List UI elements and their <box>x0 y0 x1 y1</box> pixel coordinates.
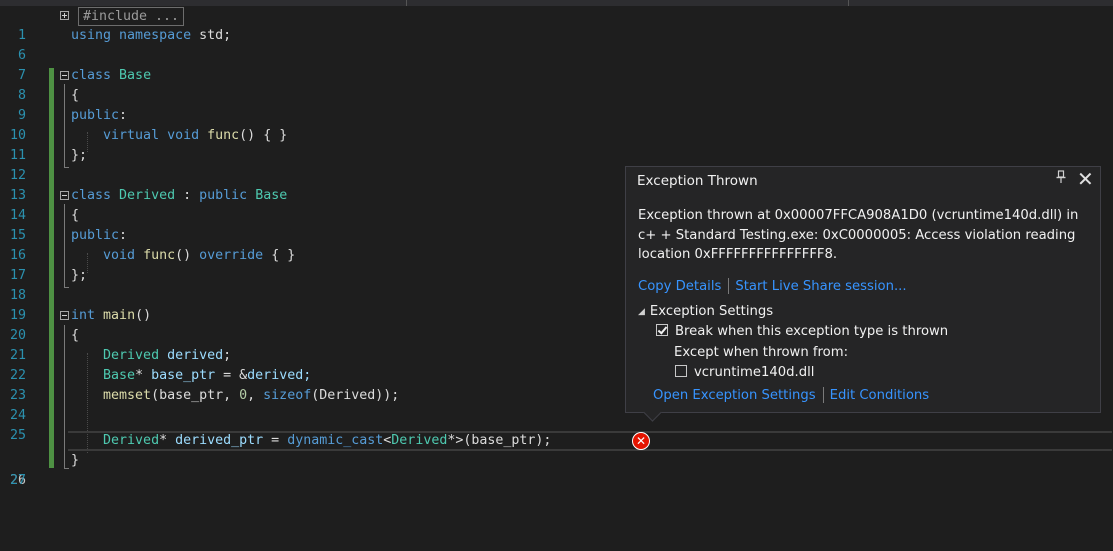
code-line-current[interactable]: 26 Derived* derived_ptr = dynamic_cast<D… <box>0 431 1113 488</box>
code-line[interactable]: 11 virtual void func() { } <box>0 126 1113 163</box>
popup-settings-links: Open Exception Settings Edit Conditions <box>653 387 929 403</box>
exception-settings-toggle[interactable]: ◢ Exception Settings <box>638 304 773 319</box>
pin-icon <box>1056 170 1066 183</box>
code-line[interactable]: 7 <box>0 46 1113 83</box>
exception-message: Exception thrown at 0x00007FFCA908A1D0 (… <box>638 208 1079 262</box>
except-when-label: Except when thrown from: <box>674 345 849 360</box>
dll-label: vcruntime140d.dll <box>694 365 815 380</box>
code-line[interactable]: 9 { <box>0 86 1113 123</box>
code-line[interactable]: 8 class Base <box>0 66 1113 103</box>
error-icon[interactable]: ✕ <box>632 432 650 450</box>
collapsed-region[interactable]: #include ... <box>78 7 185 26</box>
pin-icon[interactable] <box>1056 170 1066 188</box>
break-when-thrown-option[interactable]: Break when this exception type is thrown <box>656 324 948 339</box>
code-line[interactable]: 6 using namespace std; <box>0 26 1113 63</box>
break-when-label: Break when this exception type is thrown <box>675 324 949 339</box>
code-line[interactable]: 27 } <box>0 451 1113 488</box>
copy-details-link[interactable]: Copy Details <box>638 279 721 294</box>
collapse-toggle[interactable] <box>60 311 69 320</box>
edit-conditions-link[interactable]: Edit Conditions <box>830 388 930 403</box>
live-share-link[interactable]: Start Live Share session... <box>735 279 906 294</box>
code-line[interactable]: 12 }; <box>0 146 1113 183</box>
line-number: 27 <box>9 473 26 488</box>
exception-popup: Exception Thrown ✕ Exception thrown at 0… <box>625 166 1101 413</box>
collapse-toggle[interactable] <box>60 191 69 200</box>
collapse-triangle-icon: ◢ <box>638 307 645 317</box>
code-line[interactable]: 10 public: <box>0 106 1113 143</box>
open-exception-settings-link[interactable]: Open Exception Settings <box>653 388 816 403</box>
dll-checkbox[interactable] <box>675 365 687 377</box>
popup-links: Copy Details Start Live Share session... <box>638 278 907 294</box>
popup-title: Exception Thrown <box>637 173 758 189</box>
break-checkbox[interactable] <box>656 324 668 336</box>
dll-exception-option[interactable]: vcruntime140d.dll <box>675 365 814 380</box>
expand-toggle[interactable] <box>60 11 69 20</box>
close-icon[interactable]: ✕ <box>1077 167 1094 191</box>
collapse-toggle[interactable] <box>60 71 69 80</box>
exception-settings-label: Exception Settings <box>649 304 774 319</box>
code-line[interactable]: 1 #include ... <box>0 6 1113 43</box>
